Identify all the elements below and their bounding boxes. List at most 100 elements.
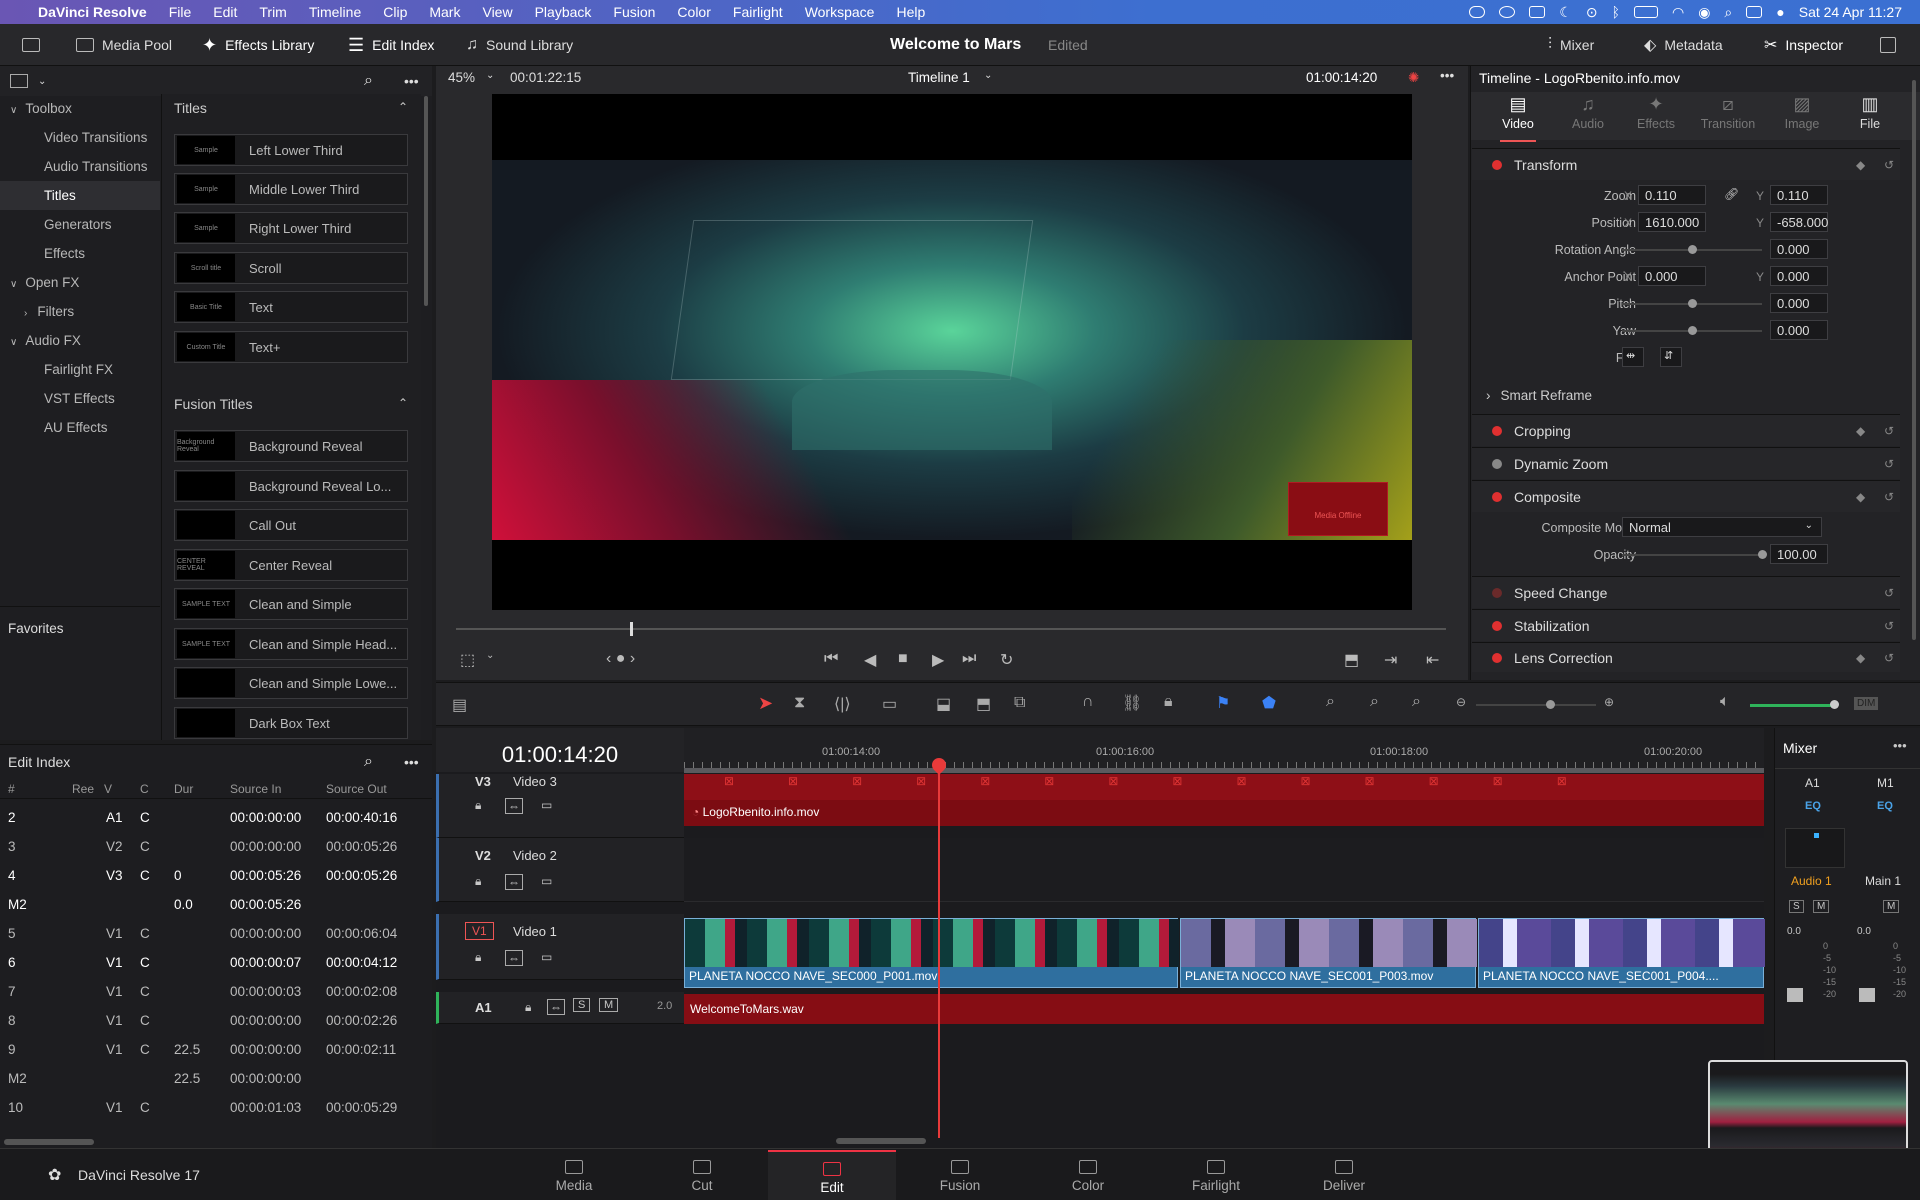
stabilization-section[interactable]: Stabilization ↺ bbox=[1472, 609, 1900, 641]
sidebar-toggle-icon[interactable] bbox=[10, 74, 28, 88]
menu-color[interactable]: Color bbox=[677, 4, 710, 20]
enable-toggle[interactable] bbox=[1492, 159, 1502, 170]
menu-edit[interactable]: Edit bbox=[213, 4, 237, 20]
menu-clip[interactable]: Clip bbox=[383, 4, 407, 20]
tree-fairlight-fx[interactable]: Fairlight FX bbox=[0, 355, 160, 384]
table-row[interactable]: 6 V1 C 00:00:00:07 00:00:04:12 bbox=[0, 948, 420, 977]
skip-to-start-icon[interactable]: ⏮ bbox=[824, 650, 838, 668]
table-row[interactable]: 8 V1 C 00:00:00:00 00:00:02:26 bbox=[0, 1006, 420, 1035]
marker-icon[interactable]: ⬟ bbox=[1262, 693, 1276, 713]
speed-change-section[interactable]: Speed Change ↺ bbox=[1472, 576, 1900, 608]
col-number[interactable]: # bbox=[8, 782, 15, 796]
fader-handle[interactable] bbox=[1859, 988, 1875, 1002]
notification-icon[interactable] bbox=[1529, 6, 1546, 18]
auto-select-icon[interactable]: ⇔ bbox=[505, 874, 523, 890]
fusion-title-item[interactable]: Clean and Simple Lowe... bbox=[174, 667, 408, 699]
filters-group[interactable]: › Filters bbox=[0, 297, 160, 326]
timeline-name[interactable]: Timeline 1 bbox=[908, 70, 970, 85]
keyframe-icon[interactable]: ◆ bbox=[1856, 490, 1865, 504]
flip-vertical-icon[interactable]: ⇵ bbox=[1660, 347, 1682, 367]
title-text-plus[interactable]: Custom Title Text+ bbox=[174, 331, 408, 363]
more-options-icon[interactable]: ••• bbox=[404, 754, 419, 770]
dynamic-zoom-section[interactable]: Dynamic Zoom ↺ bbox=[1472, 447, 1900, 479]
transform-section[interactable]: Transform ◆ ↺ bbox=[1472, 148, 1900, 180]
fusion-title-item[interactable]: Background Reveal Lo... bbox=[174, 470, 408, 502]
table-row[interactable]: M2 0.0 00:00:05:26 bbox=[0, 890, 420, 919]
search-icon[interactable]: ⌕ bbox=[364, 72, 373, 90]
reset-icon[interactable]: ↺ bbox=[1884, 651, 1894, 665]
title-middle-lower-third[interactable]: Sample Middle Lower Third bbox=[174, 173, 408, 205]
solo-button[interactable]: S bbox=[1789, 900, 1804, 913]
volume-slider[interactable] bbox=[1750, 704, 1834, 707]
user-icon[interactable]: ◉ bbox=[1698, 4, 1710, 21]
overwrite-clip-icon[interactable]: ⬒ bbox=[976, 694, 991, 714]
tree-au-effects[interactable]: AU Effects bbox=[0, 413, 160, 442]
keyframe-icon[interactable]: ◆ bbox=[1856, 651, 1865, 665]
zoom-y-field[interactable]: 0.110 bbox=[1770, 185, 1828, 205]
track-v1-clip-2[interactable]: PLANETA NOCCO NAVE_SEC001_P003.mov bbox=[1180, 918, 1477, 988]
match-frame-icon[interactable]: ⬒ bbox=[1344, 650, 1359, 670]
reset-icon[interactable]: ↺ bbox=[1884, 490, 1894, 504]
scrollbar[interactable] bbox=[424, 96, 428, 306]
tab-fusion[interactable]: Fusion bbox=[896, 1150, 1024, 1200]
stop-icon[interactable]: ■ bbox=[898, 650, 908, 668]
col-source-in[interactable]: Source In bbox=[230, 782, 281, 796]
link-icon[interactable]: ⛓ bbox=[1122, 693, 1142, 713]
menu-view[interactable]: View bbox=[482, 4, 512, 20]
spotlight-search-icon[interactable]: ⌕ bbox=[1724, 4, 1732, 21]
tree-generators[interactable]: Generators bbox=[0, 210, 160, 239]
opacity-slider-handle[interactable] bbox=[1758, 550, 1767, 559]
lock-icon[interactable]: 🔒︎ bbox=[525, 1000, 531, 1015]
position-lock-icon[interactable]: 🔒︎ bbox=[1164, 693, 1173, 711]
fusion-title-item[interactable]: Background Reveal Background Reveal bbox=[174, 430, 408, 462]
auto-select-icon[interactable]: ⇔ bbox=[505, 798, 523, 814]
track-enable-icon[interactable]: ▭ bbox=[541, 950, 552, 964]
position-x-field[interactable]: 1610.000 bbox=[1638, 212, 1706, 232]
timeline-ruler[interactable]: 01:00:14:00 01:00:16:00 01:00:18:00 01:0… bbox=[684, 728, 1764, 773]
col-c[interactable]: C bbox=[140, 782, 149, 796]
wifi-icon[interactable]: ◠ bbox=[1672, 4, 1684, 21]
mute-button[interactable]: M bbox=[1813, 900, 1830, 913]
trim-tool-icon[interactable]: ⧗ bbox=[794, 694, 805, 712]
track-v2-lane[interactable] bbox=[684, 838, 1764, 902]
speaker-icon[interactable]: 🔈︎ bbox=[1720, 693, 1730, 711]
insert-clip-icon[interactable]: ⬓ bbox=[936, 694, 951, 714]
tab-media[interactable]: Media bbox=[510, 1150, 638, 1200]
menu-help[interactable]: Help bbox=[896, 4, 925, 20]
tab-cut[interactable]: Cut bbox=[638, 1150, 766, 1200]
menu-workspace[interactable]: Workspace bbox=[805, 4, 875, 20]
playhead[interactable] bbox=[938, 766, 940, 1138]
tab-edit[interactable]: Edit bbox=[768, 1150, 896, 1200]
opacity-slider[interactable] bbox=[1622, 554, 1762, 556]
fusion-title-item[interactable]: Dark Box Text bbox=[174, 707, 408, 739]
rotation-slider-handle[interactable] bbox=[1688, 245, 1697, 254]
track-header-a1[interactable]: A1 🔒︎ ⇔ S M 2.0 bbox=[436, 992, 684, 1024]
next-edit-icon[interactable]: ⇥ bbox=[1384, 650, 1397, 670]
table-row[interactable]: 5 V1 C 00:00:00:00 00:00:06:04 bbox=[0, 919, 420, 948]
enable-toggle[interactable] bbox=[1492, 652, 1502, 663]
table-row[interactable]: 2 A1 C 00:00:00:00 00:00:40:16 bbox=[0, 803, 420, 832]
lock-icon[interactable]: 🔒︎ bbox=[475, 798, 481, 813]
tree-video-transitions[interactable]: Video Transitions bbox=[0, 123, 160, 152]
track-v1-clip-3[interactable]: PLANETA NOCCO NAVE_SEC001_P004.... bbox=[1478, 918, 1765, 988]
zoom-slider[interactable] bbox=[1476, 704, 1596, 706]
mute-button[interactable]: M bbox=[599, 998, 619, 1012]
table-row[interactable]: 9 V1 C 22.5 00:00:00:00 00:00:02:11 bbox=[0, 1035, 420, 1064]
menu-fairlight[interactable]: Fairlight bbox=[733, 4, 783, 20]
zoom-full-icon[interactable]: ⌕ bbox=[1326, 693, 1335, 711]
track-header-v3[interactable]: V3 Video 3 🔒︎ ⇔ ▭ bbox=[436, 774, 684, 838]
menu-app-name[interactable]: DaVinci Resolve bbox=[38, 4, 147, 20]
track-name[interactable]: Video 2 bbox=[513, 848, 557, 863]
edit-index-button[interactable]: ☰ Edit Index bbox=[348, 24, 434, 66]
composite-mode-select[interactable]: Normal ⌄ bbox=[1622, 517, 1822, 537]
pitch-slider-handle[interactable] bbox=[1688, 299, 1697, 308]
skip-to-end-icon[interactable]: ⏭ bbox=[962, 650, 976, 668]
auto-select-icon[interactable]: ⇔ bbox=[547, 999, 565, 1015]
col-dur[interactable]: Dur bbox=[174, 782, 193, 796]
tab-color[interactable]: Color bbox=[1024, 1150, 1152, 1200]
video-frame[interactable]: Media Offline bbox=[492, 94, 1412, 610]
table-row[interactable]: 7 V1 C 00:00:00:03 00:00:02:08 bbox=[0, 977, 420, 1006]
chevron-down-icon[interactable]: ⌄ bbox=[486, 70, 494, 81]
layout-icon[interactable]: ▤ bbox=[452, 695, 467, 715]
more-options-icon[interactable]: ••• bbox=[404, 73, 419, 89]
